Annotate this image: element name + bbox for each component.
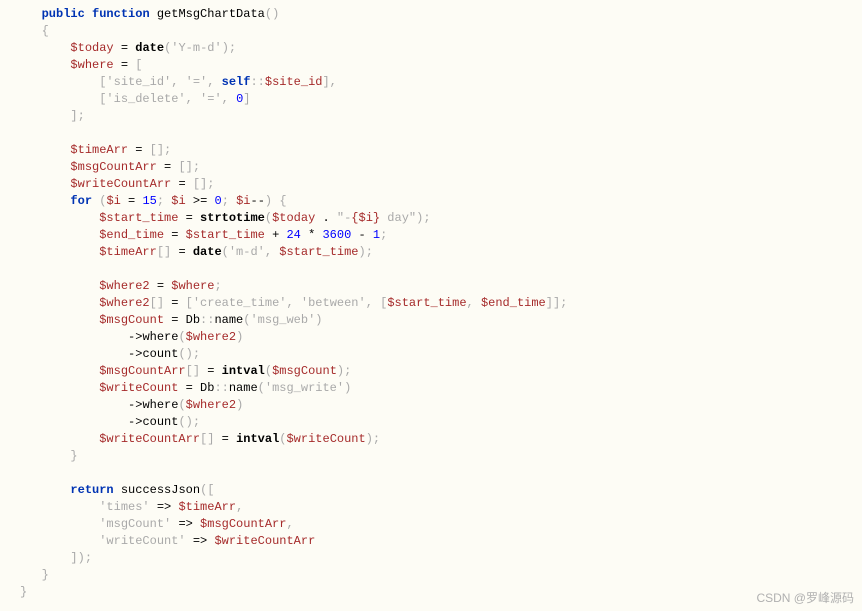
- str-ymd: 'Y-m-d': [171, 41, 221, 55]
- var-writecount2: $writeCount: [286, 432, 365, 446]
- fn-date: date: [135, 41, 164, 55]
- var-where2b: $where2: [99, 296, 149, 310]
- str-createtime: 'create_time': [193, 296, 287, 310]
- fn-strtotime: strtotime: [200, 211, 265, 225]
- kw-for: for: [70, 194, 92, 208]
- function-name: getMsgChartData: [157, 7, 265, 21]
- var-msgcountarr2: $msgCountArr: [99, 364, 185, 378]
- num-3600: 3600: [322, 228, 351, 242]
- fn-count2: count: [142, 415, 178, 429]
- var-writecountarr2: $writeCountArr: [99, 432, 200, 446]
- fn-count: count: [142, 347, 178, 361]
- var-i3: $i: [236, 194, 250, 208]
- var-where2: $where2: [99, 279, 149, 293]
- str-siteid: 'site_id': [106, 75, 171, 89]
- fn-where2: where: [142, 398, 178, 412]
- var-starttime: $start_time: [99, 211, 178, 225]
- var-timearr2: $timeArr: [99, 245, 157, 259]
- keyword-public: public: [42, 7, 85, 21]
- var-where2d: $where2: [186, 398, 236, 412]
- kw-return: return: [70, 483, 113, 497]
- var-starttime2: $start_time: [186, 228, 265, 242]
- var-timearr: $timeArr: [70, 143, 128, 157]
- var-iinterp: {$i}: [351, 211, 380, 225]
- var-where: $where: [70, 58, 113, 72]
- var-i: $i: [106, 194, 120, 208]
- var-msgcount2: $msgCount: [272, 364, 337, 378]
- num-15: 15: [142, 194, 156, 208]
- str-eq: '=': [186, 75, 208, 89]
- kw-self: self: [222, 75, 251, 89]
- str-day: day": [380, 211, 416, 225]
- var-st4: $start_time: [387, 296, 466, 310]
- var-msgcountarr: $msgCountArr: [70, 160, 156, 174]
- var-et2: $end_time: [481, 296, 546, 310]
- cls-db: Db: [186, 313, 200, 327]
- var-writecountarr: $writeCountArr: [70, 177, 171, 191]
- str-times: 'times': [99, 500, 149, 514]
- str-msgweb: 'msg_web': [250, 313, 315, 327]
- var-msgcount: $msgCount: [99, 313, 164, 327]
- fn-intval: intval: [222, 364, 265, 378]
- str-msgwrite: 'msg_write': [265, 381, 344, 395]
- num-0b: 0: [214, 194, 221, 208]
- var-siteid: $site_id: [265, 75, 323, 89]
- str-dash: "-: [337, 211, 351, 225]
- var-today2: $today: [272, 211, 315, 225]
- var-writecount: $writeCount: [99, 381, 178, 395]
- var-where3: $where: [171, 279, 214, 293]
- var-i2: $i: [171, 194, 185, 208]
- var-msgcountarr3: $msgCountArr: [200, 517, 286, 531]
- str-isdelete: 'is_delete': [106, 92, 185, 106]
- cls-db2: Db: [200, 381, 214, 395]
- fn-date2: date: [193, 245, 222, 259]
- fn-where: where: [142, 330, 178, 344]
- str-md: 'm-d': [229, 245, 265, 259]
- var-where2c: $where2: [186, 330, 236, 344]
- var-timearr3: $timeArr: [178, 500, 236, 514]
- str-msgcount: 'msgCount': [99, 517, 171, 531]
- keyword-function: function: [92, 7, 150, 21]
- fn-intval2: intval: [236, 432, 279, 446]
- var-writecountarr3: $writeCountArr: [214, 534, 315, 548]
- str-eq2: '=': [200, 92, 222, 106]
- fn-name: name: [214, 313, 243, 327]
- fn-successjson: successJson: [121, 483, 200, 497]
- str-writecount: 'writeCount': [99, 534, 185, 548]
- str-between: 'between': [301, 296, 366, 310]
- var-starttime3: $start_time: [279, 245, 358, 259]
- num-24: 24: [286, 228, 300, 242]
- code-block: public function getMsgChartData() { $tod…: [0, 0, 862, 607]
- var-today: $today: [70, 41, 113, 55]
- var-endtime: $end_time: [99, 228, 164, 242]
- watermark: CSDN @罗峰源码: [756, 590, 854, 607]
- fn-name2: name: [229, 381, 258, 395]
